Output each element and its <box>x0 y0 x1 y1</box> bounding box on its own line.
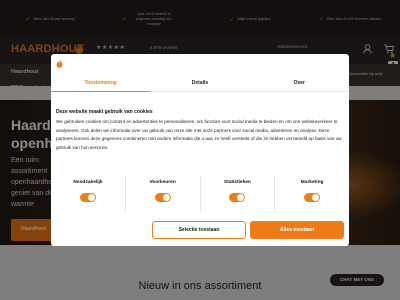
tab-toestemming[interactable]: Toestemming <box>51 76 151 92</box>
flame-icon <box>56 59 63 68</box>
marketing-toggle[interactable] <box>304 193 321 202</box>
cookie-body-text: We gebruiken cookies om content en adver… <box>56 119 342 150</box>
cookie-heading: Deze website maakt gebruik van cookies <box>56 109 153 115</box>
tab-over[interactable]: Over <box>250 76 349 91</box>
allow-all-button[interactable]: Alles toestaan <box>250 221 344 239</box>
consent-label: Noodzakelijk <box>73 180 103 185</box>
preferences-toggle[interactable] <box>154 193 171 202</box>
consent-label: Statistieken <box>223 180 251 185</box>
consent-necessary: Noodzakelijk <box>51 176 126 212</box>
allow-selection-button[interactable]: Selectie toestaan <box>152 221 246 239</box>
consent-label: Voorkeuren <box>149 180 176 185</box>
consent-label: Marketing <box>300 180 324 185</box>
necessary-toggle[interactable] <box>79 193 96 202</box>
tab-details[interactable]: Details <box>150 76 249 91</box>
statistics-toggle[interactable] <box>229 193 246 202</box>
consent-categories: Noodzakelijk Voorkeuren Statistieken Mar… <box>51 176 349 212</box>
cookie-tabs: Toestemming Details Over <box>51 76 349 92</box>
consent-marketing: Marketing <box>275 176 349 212</box>
consent-statistics: Statistieken <box>201 176 276 212</box>
consent-preferences: Voorkeuren <box>126 176 201 212</box>
